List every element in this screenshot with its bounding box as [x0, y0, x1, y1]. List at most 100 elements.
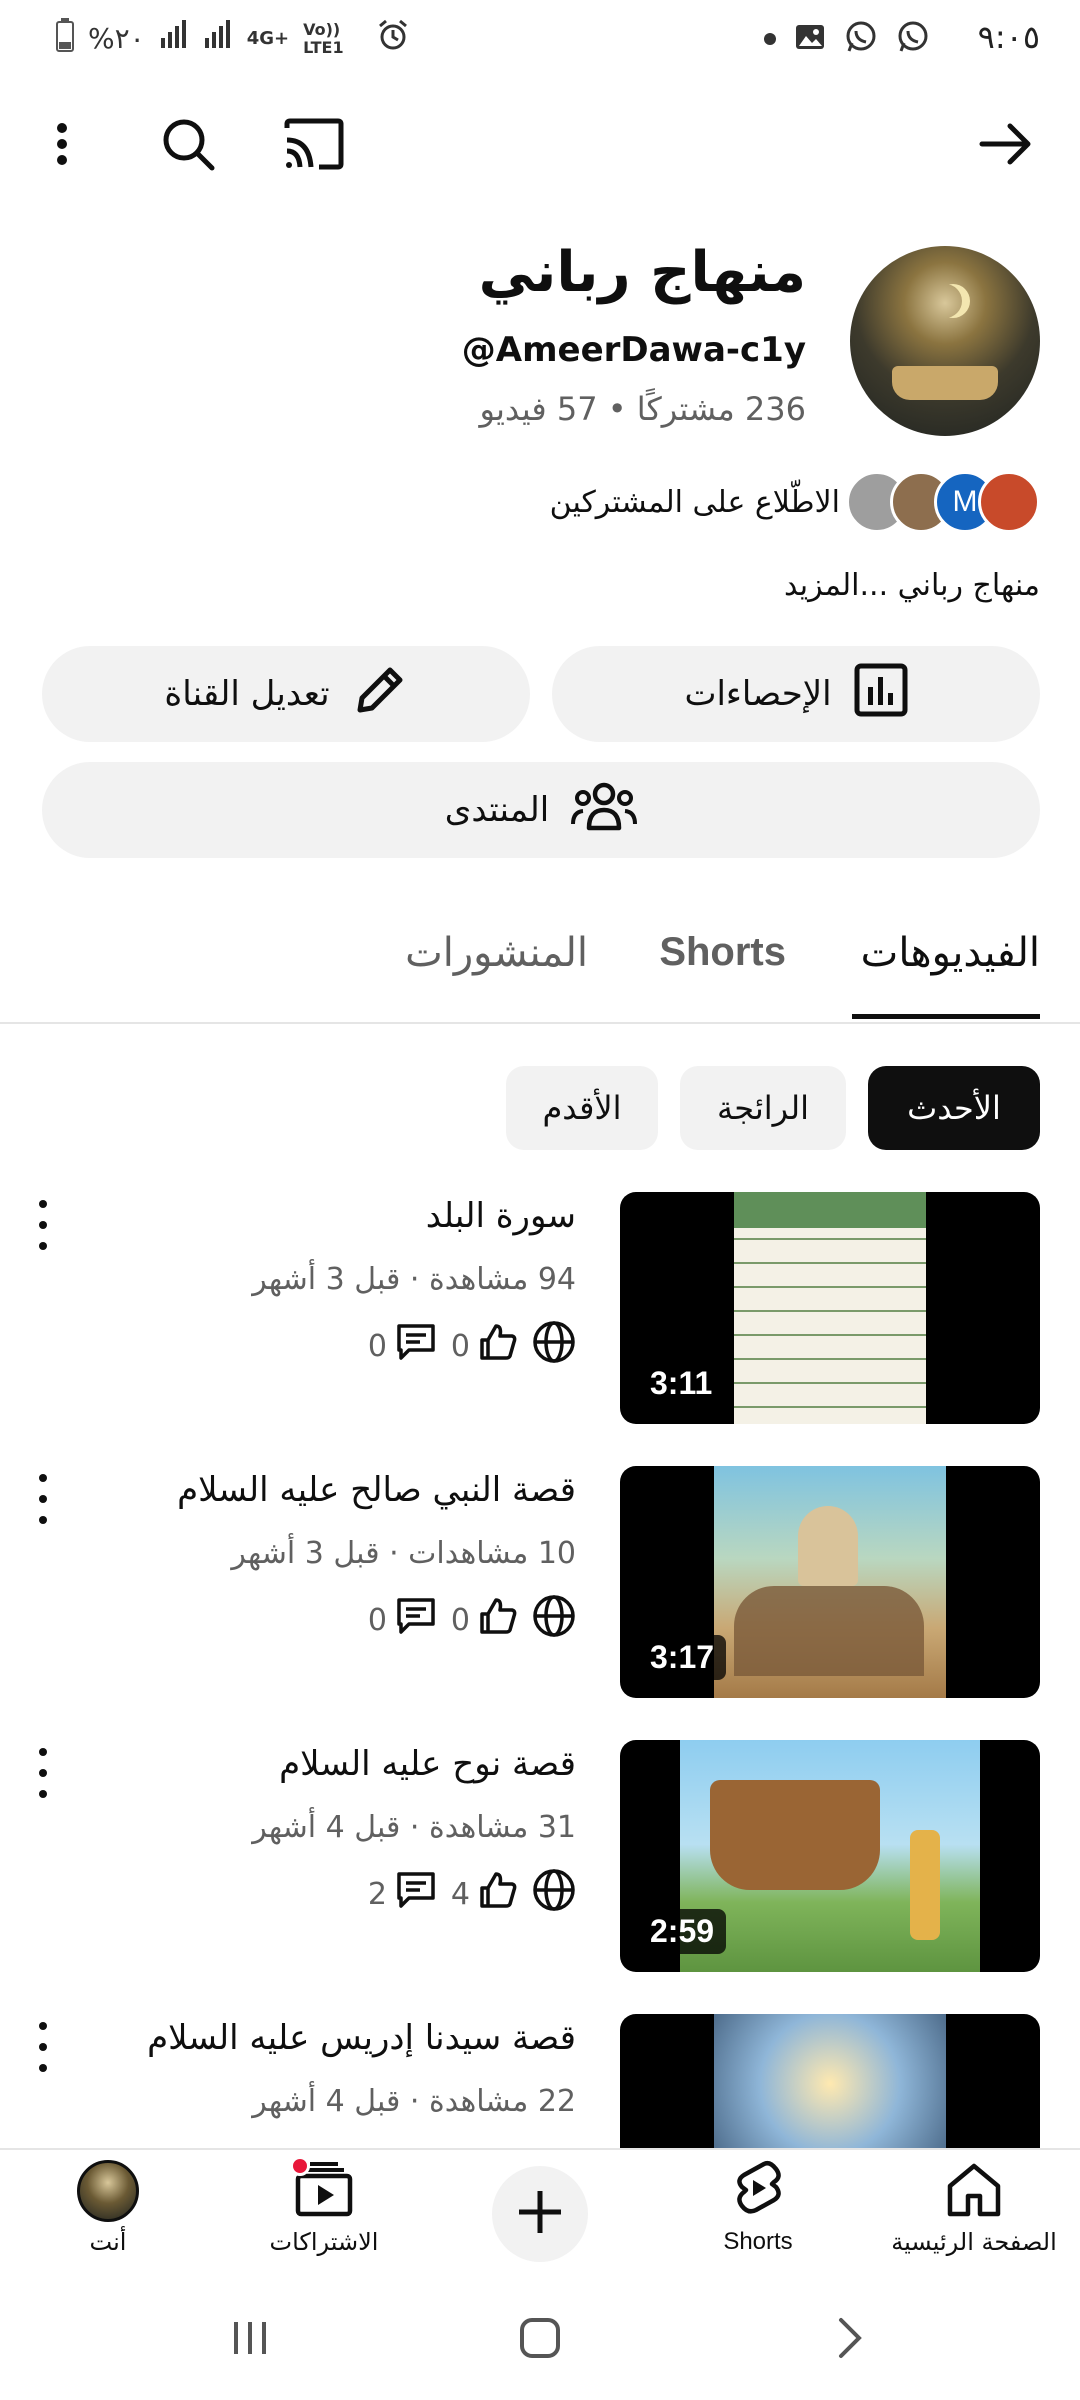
comment-count: 0 [367, 1328, 387, 1364]
battery-icon [56, 18, 74, 59]
video-thumbnail[interactable]: 2:59 [620, 1740, 1040, 1972]
like-count: 0 [450, 1602, 470, 1638]
recent-apps-button[interactable] [220, 2310, 280, 2370]
globe-icon [532, 1594, 576, 1646]
whatsapp-icon-2 [896, 20, 930, 58]
video-item[interactable]: قصة سيدنا إدريس عليه السلام 22 مشاهدة · … [0, 2014, 1080, 2148]
thumbs-up-icon [478, 1322, 518, 1370]
home-system-button[interactable] [510, 2310, 570, 2370]
dot [39, 1516, 47, 1524]
community-button[interactable]: المنتدى [42, 762, 1040, 858]
edit-channel-button[interactable]: تعديل القناة [42, 646, 530, 742]
nav-home-label: الصفحة الرئيسية [891, 2228, 1057, 2256]
video-thumbnail[interactable]: 3:17 [620, 1466, 1040, 1698]
battery-percent: %٢٠ [88, 22, 145, 55]
view-subscribers-link[interactable]: الاطّلاع على المشتركين [550, 485, 840, 520]
edit-channel-label: تعديل القناة [164, 674, 330, 714]
nav-shorts[interactable]: Shorts [658, 2160, 858, 2270]
network-type: 4G+ [246, 28, 290, 49]
video-title: قصة سيدنا إدريس عليه السلام [147, 2018, 576, 2058]
video-more-button[interactable] [28, 1748, 58, 1798]
chevron-right-icon [835, 2316, 865, 2364]
dot [39, 1242, 47, 1250]
description-text: منهاج رباني [897, 568, 1040, 603]
moon-shape [928, 284, 962, 318]
recents-icon [230, 2318, 270, 2362]
nav-home[interactable]: الصفحة الرئيسية [874, 2160, 1074, 2270]
system-navigation-bar [0, 2280, 1080, 2400]
tab-shorts[interactable]: Shorts [659, 930, 786, 975]
dot [39, 2022, 47, 2030]
shorts-icon [732, 2160, 784, 2222]
prophet-story-image [714, 1466, 946, 1698]
video-more-button[interactable] [28, 1474, 58, 1524]
active-tab-indicator [852, 1014, 1040, 1019]
video-duration: 3:17 [638, 1635, 727, 1680]
search-icon [160, 116, 216, 176]
cast-icon [283, 118, 345, 174]
signal-icon-2 [203, 20, 233, 57]
home-icon [944, 2160, 1004, 2222]
analytics-button[interactable]: الإحصاءات [552, 646, 1040, 742]
channel-handle: @AmeerDawa-c1y [461, 330, 806, 370]
video-item[interactable]: 3:17 قصة النبي صالح عليه السلام 10 مشاهد… [0, 1466, 1080, 1706]
nav-you[interactable]: أنت [8, 2160, 208, 2270]
video-meta: 31 مشاهدة · قبل 4 أشهر [252, 1810, 576, 1845]
channel-description[interactable]: منهاج رباني ...المزيد [784, 568, 1040, 603]
video-stats: 0 0 [368, 1590, 576, 1650]
dot [39, 1495, 47, 1503]
comment-icon [395, 1870, 437, 1918]
tab-posts[interactable]: المنشورات [405, 930, 588, 976]
status-bar: %٢٠ 4G+ Vo)) LTE1 ٩:٠٥ [0, 0, 1080, 80]
video-thumbnail[interactable]: 3:11 [620, 1192, 1040, 1424]
chip-oldest[interactable]: الأقدم [506, 1066, 658, 1150]
nav-you-label: أنت [89, 2228, 127, 2256]
dot [39, 1748, 47, 1756]
cast-button[interactable] [278, 110, 350, 182]
back-button[interactable] [970, 110, 1042, 182]
nav-subscriptions[interactable]: الاشتراكات [224, 2156, 424, 2270]
chip-latest[interactable]: الأحدث [868, 1066, 1040, 1150]
volte-label: Vo)) LTE1 [303, 19, 344, 57]
giraffe-shape [910, 1830, 940, 1940]
subscribers-row[interactable]: M الاطّلاع على المشتركين [550, 470, 1040, 534]
dot [39, 2064, 47, 2072]
analytics-label: الإحصاءات [684, 674, 832, 714]
profile-avatar [77, 2160, 139, 2222]
people-shape [734, 1586, 924, 1676]
globe-icon [532, 1868, 576, 1920]
video-duration: 3:11 [638, 1361, 725, 1406]
video-more-button[interactable] [28, 1200, 58, 1250]
clock: ٩:٠٥ [977, 18, 1040, 56]
quran-page-image [734, 1192, 926, 1424]
video-item[interactable]: 3:11 سورة البلد 94 مشاهدة · قبل 3 أشهر 0… [0, 1192, 1080, 1432]
tab-videos[interactable]: الفيديوهات [861, 930, 1040, 976]
video-item[interactable]: 2:59 قصة نوح عليه السلام 31 مشاهدة · قبل… [0, 1740, 1080, 1980]
channel-avatar[interactable] [850, 246, 1040, 436]
video-list: 3:11 سورة البلد 94 مشاهدة · قبل 3 أشهر 0… [0, 1192, 1080, 2148]
channel-name: منهاج رباني [478, 240, 806, 305]
more-options-button[interactable] [26, 110, 98, 182]
video-thumbnail[interactable] [620, 2014, 1040, 2148]
comment-count: 2 [367, 1876, 387, 1912]
comment-icon [395, 1322, 437, 1370]
chip-popular[interactable]: الرائجة [680, 1066, 846, 1150]
video-meta: 22 مشاهدة · قبل 4 أشهر [252, 2084, 576, 2119]
dot [39, 1474, 47, 1482]
search-button[interactable] [152, 110, 224, 182]
plus-icon [515, 2187, 565, 2241]
video-more-button[interactable] [28, 2022, 58, 2072]
idris-story-image [714, 2014, 946, 2148]
video-stats: 4 2 [368, 1864, 576, 1924]
video-meta: 10 مشاهدات · قبل 3 أشهر [231, 1536, 576, 1571]
description-more-link[interactable]: ...المزيد [784, 568, 888, 603]
dot [39, 2043, 47, 2051]
back-system-button[interactable] [820, 2310, 880, 2370]
create-button[interactable] [492, 2166, 588, 2262]
nav-subscriptions-label: الاشتراكات [269, 2228, 379, 2256]
top-app-bar [0, 100, 1080, 190]
home-square-icon [518, 2316, 562, 2364]
nav-shorts-label: Shorts [723, 2228, 793, 2255]
community-label: المنتدى [444, 790, 550, 830]
notification-dot-icon [764, 33, 776, 45]
